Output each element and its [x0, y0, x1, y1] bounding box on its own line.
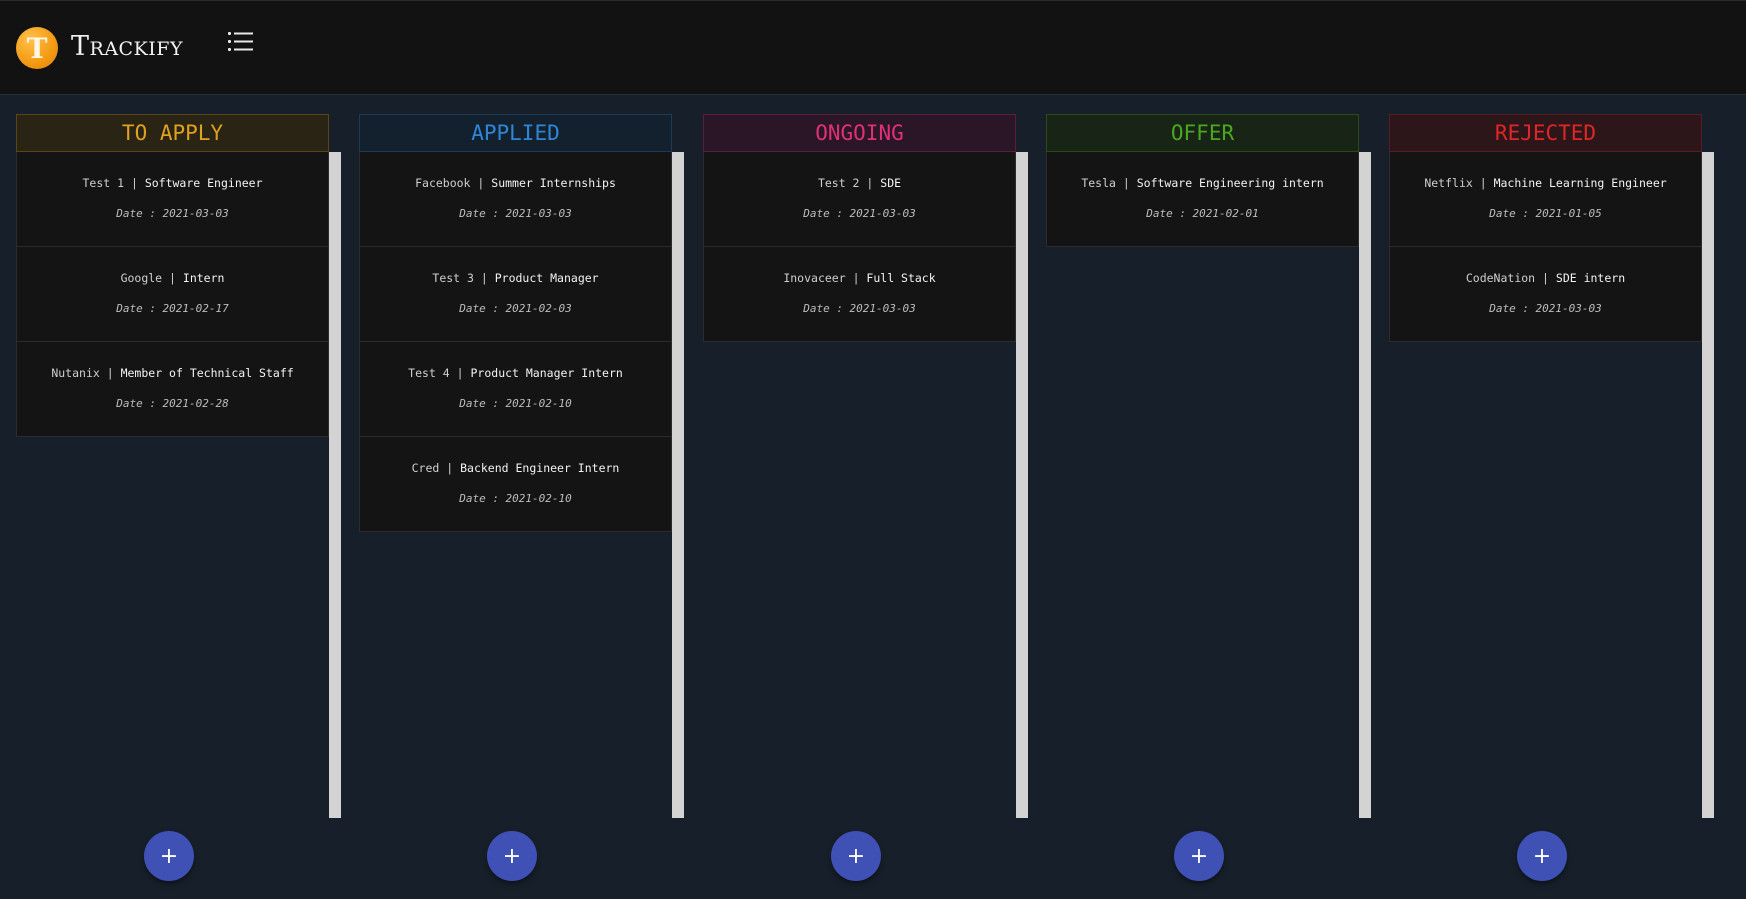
- column-header: REJECTED: [1389, 114, 1702, 152]
- company-name: Tesla: [1081, 176, 1116, 190]
- plus-icon: +: [1189, 843, 1209, 869]
- scrollbar[interactable]: [1702, 152, 1714, 818]
- job-date: Date : 2021-03-03: [803, 207, 916, 220]
- card-list[interactable]: Test 1 | Software Engineer Date : 2021-0…: [16, 152, 329, 817]
- logo-icon: T: [16, 27, 58, 69]
- app-title: Trackify: [71, 31, 183, 62]
- company-name: Nutanix: [51, 366, 100, 380]
- column-ongoing: ONGOING Test 2 | SDE Date : 2021-03-03 I…: [703, 114, 1033, 881]
- job-card[interactable]: Facebook | Summer Internships Date : 202…: [359, 152, 672, 247]
- company-name: Test 4: [408, 366, 450, 380]
- column-header: APPLIED: [359, 114, 672, 152]
- job-card[interactable]: Test 1 | Software Engineer Date : 2021-0…: [16, 152, 329, 247]
- add-card-button[interactable]: +: [1517, 831, 1567, 881]
- company-name: Cred: [411, 461, 440, 475]
- job-date: Date : 2021-02-10: [459, 492, 572, 505]
- job-card[interactable]: Test 3 | Product Manager Date : 2021-02-…: [359, 247, 672, 342]
- job-card[interactable]: CodeNation | SDE intern Date : 2021-03-0…: [1389, 247, 1702, 342]
- card-list[interactable]: Netflix | Machine Learning Engineer Date…: [1389, 152, 1702, 817]
- scrollbar[interactable]: [1359, 152, 1371, 818]
- scrollbar[interactable]: [329, 152, 341, 818]
- job-role: Product Manager: [494, 271, 599, 285]
- job-role: Member of Technical Staff: [120, 366, 294, 380]
- add-card-button[interactable]: +: [144, 831, 194, 881]
- card-list[interactable]: Facebook | Summer Internships Date : 202…: [359, 152, 672, 817]
- job-role: Product Manager Intern: [470, 366, 623, 380]
- column-rejected: REJECTED Netflix | Machine Learning Engi…: [1389, 114, 1719, 881]
- job-role: Summer Internships: [491, 176, 616, 190]
- company-name: Netflix: [1424, 176, 1473, 190]
- job-role: Machine Learning Engineer: [1493, 176, 1667, 190]
- plus-icon: +: [1532, 843, 1552, 869]
- scrollbar[interactable]: [672, 152, 684, 818]
- column-header: ONGOING: [703, 114, 1016, 152]
- add-card-button[interactable]: +: [1174, 831, 1224, 881]
- job-role: Software Engineer: [144, 176, 263, 190]
- list-icon[interactable]: [228, 31, 254, 53]
- job-date: Date : 2021-03-03: [1489, 302, 1602, 315]
- job-card[interactable]: Google | Intern Date : 2021-02-17: [16, 247, 329, 342]
- column-applied: APPLIED Facebook | Summer Internships Da…: [359, 114, 689, 881]
- company-name: Inovaceer: [783, 271, 846, 285]
- job-date: Date : 2021-01-05: [1489, 207, 1602, 220]
- company-name: Facebook: [415, 176, 471, 190]
- job-date: Date : 2021-03-03: [116, 207, 229, 220]
- job-role: SDE: [880, 176, 902, 190]
- job-card[interactable]: Test 2 | SDE Date : 2021-03-03: [703, 152, 1016, 247]
- company-name: Test 2: [817, 176, 860, 190]
- add-card-button[interactable]: +: [487, 831, 537, 881]
- job-role: Backend Engineer Intern: [460, 461, 620, 475]
- job-card[interactable]: Tesla | Software Engineering intern Date…: [1046, 152, 1359, 247]
- job-card[interactable]: Cred | Backend Engineer Intern Date : 20…: [359, 437, 672, 532]
- card-list[interactable]: Test 2 | SDE Date : 2021-03-03 Inovaceer…: [703, 152, 1016, 817]
- company-name: Test 1: [82, 176, 125, 190]
- job-date: Date : 2021-02-10: [459, 397, 572, 410]
- column-header: OFFER: [1046, 114, 1359, 152]
- company-name: Google: [120, 271, 163, 285]
- job-role: Full Stack: [866, 271, 936, 285]
- job-card[interactable]: Nutanix | Member of Technical Staff Date…: [16, 342, 329, 437]
- job-card[interactable]: Netflix | Machine Learning Engineer Date…: [1389, 152, 1702, 247]
- company-name: Test 3: [432, 271, 474, 285]
- column-offer: OFFER Tesla | Software Engineering inter…: [1046, 114, 1376, 881]
- add-card-button[interactable]: +: [831, 831, 881, 881]
- logo-letter: T: [26, 32, 48, 65]
- job-date: Date : 2021-03-03: [803, 302, 916, 315]
- job-date: Date : 2021-02-28: [116, 397, 229, 410]
- job-date: Date : 2021-02-17: [116, 302, 229, 315]
- column-header: TO APPLY: [16, 114, 329, 152]
- plus-icon: +: [846, 843, 866, 869]
- company-name: CodeNation: [1465, 271, 1536, 285]
- job-date: Date : 2021-03-03: [459, 207, 572, 220]
- job-role: Software Engineering intern: [1136, 176, 1324, 190]
- job-card[interactable]: Test 4 | Product Manager Intern Date : 2…: [359, 342, 672, 437]
- job-role: SDE intern: [1555, 271, 1626, 285]
- scrollbar[interactable]: [1016, 152, 1028, 818]
- card-list[interactable]: Tesla | Software Engineering intern Date…: [1046, 152, 1359, 817]
- top-bar: T Trackify: [0, 0, 1746, 95]
- column-to-apply: TO APPLY Test 1 | Software Engineer Date…: [16, 114, 346, 881]
- job-role: Intern: [182, 271, 225, 285]
- job-date: Date : 2021-02-03: [459, 302, 572, 315]
- job-date: Date : 2021-02-01: [1146, 207, 1259, 220]
- plus-icon: +: [502, 843, 522, 869]
- plus-icon: +: [159, 843, 179, 869]
- job-card[interactable]: Inovaceer | Full Stack Date : 2021-03-03: [703, 247, 1016, 342]
